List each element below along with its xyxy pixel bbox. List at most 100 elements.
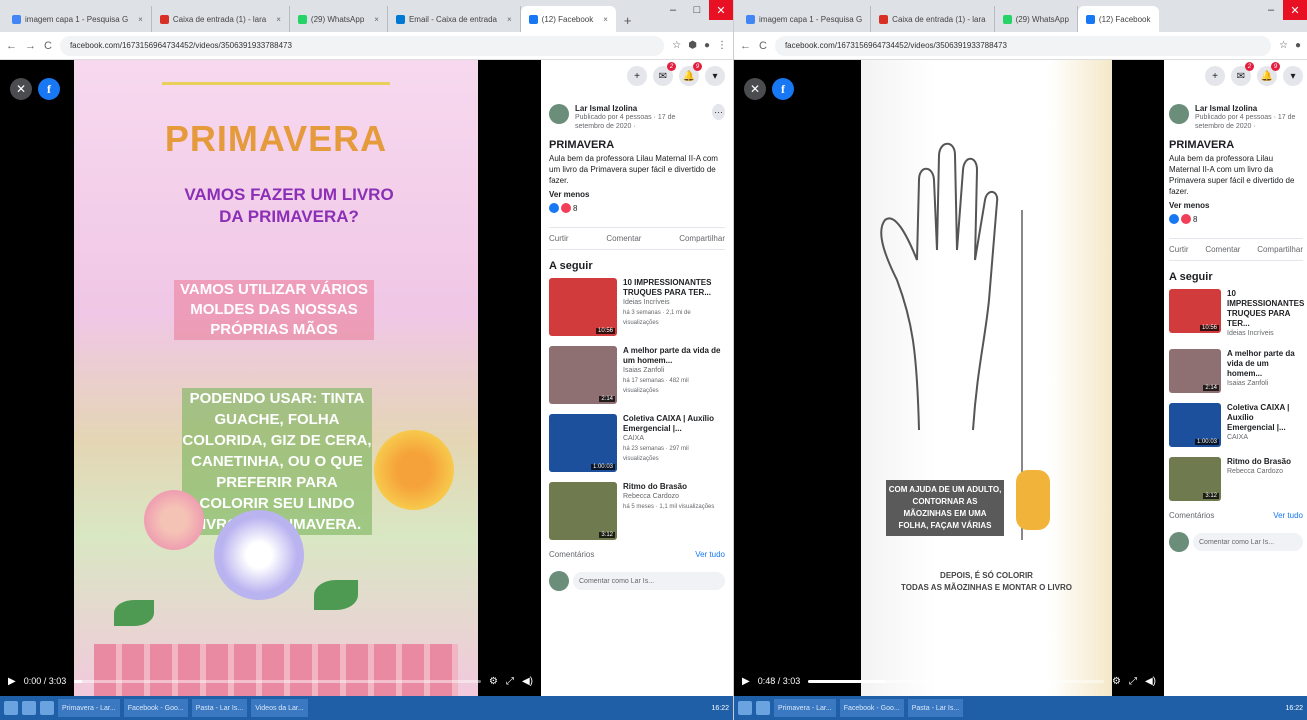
share-button[interactable]: Compartilhar [1257,245,1303,254]
close-viewer-button[interactable]: ✕ [744,78,766,100]
browser-tab[interactable]: Caixa de entrada (1) - lara [871,6,995,32]
channel-name[interactable]: CAIXA [623,434,725,444]
like-button[interactable]: Curtir [1169,245,1189,254]
extension-icon[interactable]: ⬢ [688,40,697,51]
maximize-button[interactable]: □ [685,0,709,20]
forward-button[interactable]: → [25,40,36,52]
browser-tab[interactable]: imagem capa 1 - Pesquisa G [738,6,872,32]
url-field[interactable]: facebook.com/1673156964734452/videos/350… [774,35,1271,56]
back-button[interactable]: ← [740,40,751,52]
browser-tab[interactable]: (29) WhatsApp × [290,6,388,32]
settings-icon[interactable]: ⚙ [489,676,498,687]
taskbar-item[interactable]: Videos da Lar... [251,699,308,717]
plus-icon[interactable]: + [627,66,647,86]
video-thumbnail[interactable]: 10:56 [1169,289,1221,333]
taskbar-item[interactable]: Facebook - Goo... [839,699,904,717]
explorer-icon[interactable] [40,701,54,715]
avatar[interactable] [1169,104,1189,124]
close-tab-icon[interactable]: × [138,15,143,24]
profile-icon[interactable]: ● [704,40,710,51]
video-thumbnail[interactable]: 1:00:03 [549,414,617,472]
list-item[interactable]: 2:14 A melhor parte da vida de um homem..… [1169,349,1303,393]
plus-icon[interactable]: + [1205,66,1225,86]
bookmark-star-icon[interactable]: ☆ [1279,40,1288,51]
start-icon[interactable] [4,701,18,715]
list-item[interactable]: 3:12 Ritmo do Brasão Rebecca Cardozo há 5 m… [549,482,725,540]
play-icon[interactable]: ▶ [742,676,750,687]
facebook-logo-icon[interactable]: f [772,78,794,100]
account-menu-icon[interactable]: ▾ [705,66,725,86]
author-name[interactable]: Lar Ismal Izolina [575,104,706,113]
video-title[interactable]: Ritmo do Brasão [623,482,725,492]
close-tab-icon[interactable]: × [603,15,608,24]
progress-bar[interactable] [808,679,1104,683]
video-title[interactable]: Coletiva CAIXA | Auxílio Emergencial |..… [1227,403,1303,433]
browser-tab[interactable]: Caixa de entrada (1) - lara × [152,6,290,32]
browser-tab[interactable]: Email - Caixa de entrada × [388,6,521,32]
fullscreen-icon[interactable]: ⤢ [1129,676,1137,687]
close-tab-icon[interactable]: × [374,15,379,24]
video-title[interactable]: Ritmo do Brasão [1227,457,1303,467]
browser-tab-active[interactable]: (12) Facebook [1077,6,1159,32]
video-thumbnail[interactable]: 10:56 [549,278,617,336]
bell-icon[interactable]: 🔔 9 [1257,62,1280,86]
close-tab-icon[interactable]: × [507,15,512,24]
see-all-link[interactable]: Ver tudo [695,550,725,559]
comment-button[interactable]: Comentar [606,234,641,243]
more-options-icon[interactable]: ··· [712,104,725,120]
author-name[interactable]: Lar Ismal Izolina [1195,104,1303,113]
messenger-icon[interactable]: ✉ 2 [653,62,676,86]
taskbar-item[interactable]: Primavera - Lar... [774,699,836,717]
video-title[interactable]: 10 IMPRESSIONANTES TRUQUES PARA TER... [623,278,725,298]
minimize-button[interactable]: – [1259,0,1283,20]
list-item[interactable]: 10:56 10 IMPRESSIONANTES TRUQUES PARA TER… [1169,289,1304,339]
reactions[interactable]: 8 [549,203,725,213]
video-thumbnail[interactable]: 3:12 [1169,457,1221,501]
list-item[interactable]: 1:00:03 Coletiva CAIXA | Auxílio Emergenc… [1169,403,1303,447]
taskbar-item[interactable]: Primavera - Lar... [58,699,120,717]
video-thumbnail[interactable]: 2:14 [549,346,617,404]
close-tab-icon[interactable]: × [276,15,281,24]
volume-icon[interactable]: ◀) [522,676,533,687]
taskbar-item[interactable]: Pasta - Lar Is... [191,699,248,717]
channel-name[interactable]: CAIXA [1227,433,1303,443]
play-icon[interactable]: ▶ [8,676,16,687]
see-less-link[interactable]: Ver menos [1169,201,1303,210]
video-title[interactable]: A melhor parte da vida de um homem... [623,346,725,366]
menu-icon[interactable]: ⋮ [717,40,727,51]
channel-name[interactable]: Ideias Incríveis [1227,329,1304,339]
taskbar-item[interactable]: Pasta - Lar Is... [907,699,964,717]
video-thumbnail[interactable]: 1:00:03 [1169,403,1221,447]
profile-icon[interactable]: ● [1295,40,1301,51]
taskbar-item[interactable]: Facebook - Goo... [123,699,188,717]
video-title[interactable]: Coletiva CAIXA | Auxílio Emergencial |..… [623,414,725,434]
search-icon[interactable] [756,701,770,715]
list-item[interactable]: 2:14 A melhor parte da vida de um homem..… [549,346,725,404]
channel-name[interactable]: Isaias Zanfoli [1227,379,1303,389]
channel-name[interactable]: Ideias Incríveis [623,298,725,308]
see-less-link[interactable]: Ver menos [549,190,725,199]
channel-name[interactable]: Rebecca Cardozo [1227,467,1303,477]
video-title[interactable]: 10 IMPRESSIONANTES TRUQUES PARA TER... [1227,289,1304,329]
close-window-button[interactable]: ✕ [1283,0,1307,20]
comment-button[interactable]: Comentar [1205,245,1240,254]
share-button[interactable]: Compartilhar [679,234,725,243]
new-tab-button[interactable]: + [616,13,640,32]
video-player[interactable]: ✕ f PRIMAVERA VAMOS FAZER UM LIVRO DA PR… [0,60,541,696]
progress-bar[interactable] [74,679,481,683]
video-player[interactable]: ✕ f COM AJUDA DE UM ADULTO, CONTORNAR AS… [734,60,1164,696]
video-title[interactable]: A melhor parte da vida de um homem... [1227,349,1303,379]
messenger-icon[interactable]: ✉ 2 [1231,62,1254,86]
avatar[interactable] [549,104,569,124]
close-window-button[interactable]: ✕ [709,0,733,20]
reload-button[interactable]: C [759,40,767,52]
facebook-logo-icon[interactable]: f [38,78,60,100]
browser-tab[interactable]: imagem capa 1 - Pesquisa G × [4,6,152,32]
fullscreen-icon[interactable]: ⤢ [506,676,514,687]
list-item[interactable]: 3:12 Ritmo do Brasão Rebecca Cardozo [1169,457,1303,501]
back-button[interactable]: ← [6,40,17,52]
settings-icon[interactable]: ⚙ [1112,676,1121,687]
search-icon[interactable] [22,701,36,715]
reload-button[interactable]: C [44,40,52,52]
comment-input[interactable]: Comentar como Lar Is... [573,572,725,590]
